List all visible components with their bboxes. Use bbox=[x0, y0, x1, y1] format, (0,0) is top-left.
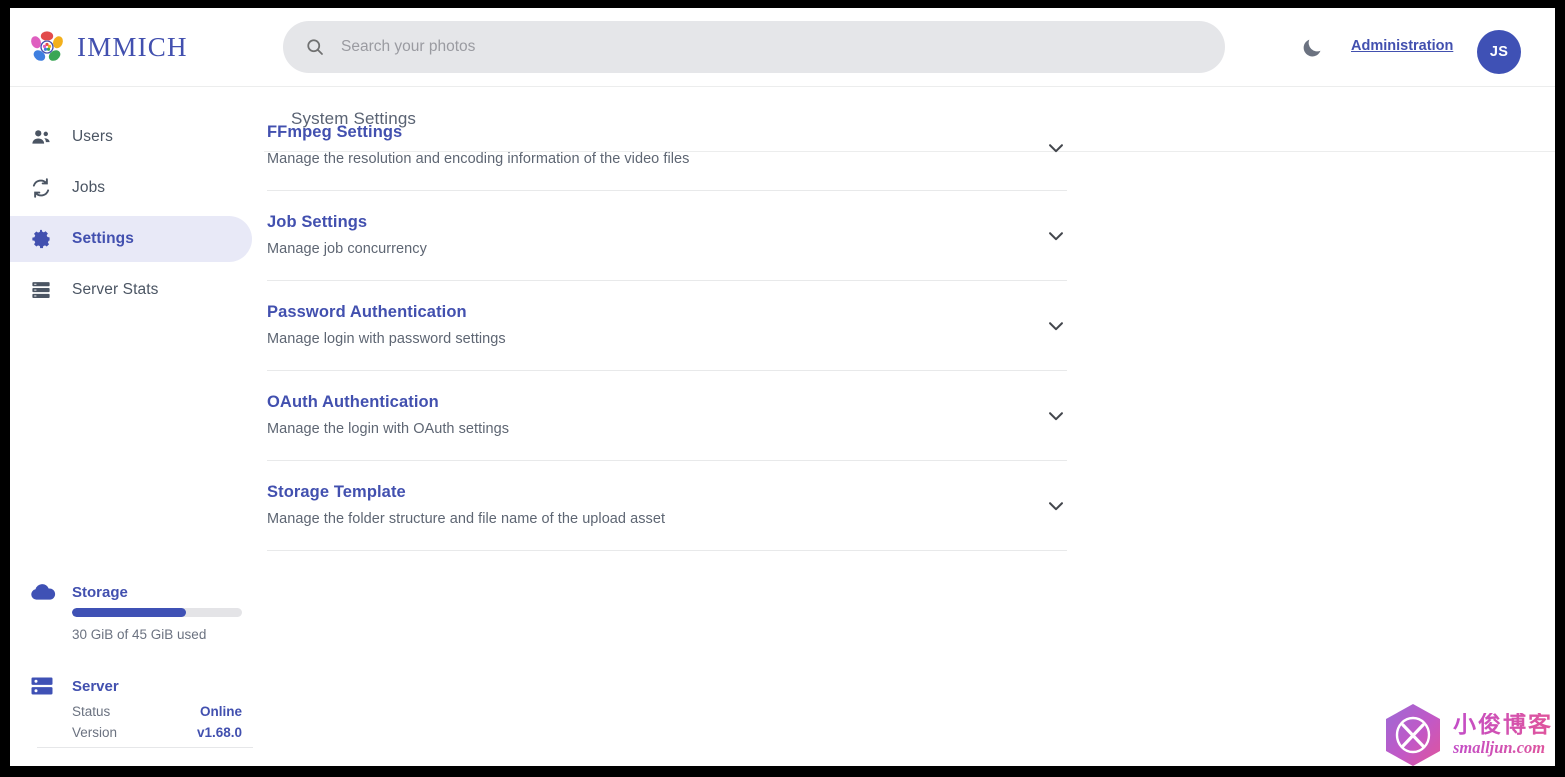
sidebar-item-label: Server Stats bbox=[72, 281, 159, 298]
chevron-down-icon[interactable] bbox=[1045, 225, 1067, 247]
settings-item-title: Storage Template bbox=[267, 483, 406, 501]
users-icon bbox=[30, 126, 52, 148]
sidebar-item-label: Settings bbox=[72, 230, 134, 247]
server-version-row: Version v1.68.0 bbox=[72, 725, 242, 740]
administration-link[interactable]: Administration bbox=[1351, 38, 1453, 54]
sidebar-item-server-stats[interactable]: Server Stats bbox=[10, 267, 252, 313]
sidebar-item-label: Jobs bbox=[72, 179, 106, 196]
chevron-down-icon[interactable] bbox=[1045, 315, 1067, 337]
chevron-down-icon[interactable] bbox=[1045, 405, 1067, 427]
server-version-label: Version bbox=[72, 725, 118, 740]
brand-home-link[interactable]: IMMICH bbox=[28, 28, 188, 66]
storage-title: Storage bbox=[72, 583, 128, 601]
server-widget: Server Status Online Version v1.68.0 bbox=[10, 675, 264, 746]
storage-usage-caption: 30 GiB of 45 GiB used bbox=[72, 627, 207, 642]
settings-item-password-auth[interactable]: Password Authentication Manage login wit… bbox=[267, 281, 1067, 371]
sidebar-item-label: Users bbox=[72, 128, 113, 145]
server-version-value: v1.68.0 bbox=[196, 725, 242, 740]
settings-item-title: Job Settings bbox=[267, 213, 368, 231]
storage-progress-fill bbox=[72, 608, 186, 617]
sidebar-footer-divider bbox=[37, 747, 253, 748]
server-header: Server bbox=[30, 675, 250, 697]
sidebar-item-users[interactable]: Users bbox=[10, 114, 252, 160]
settings-item-description: Manage the login with OAuth settings bbox=[267, 421, 509, 437]
settings-item-description: Manage login with password settings bbox=[267, 331, 506, 347]
settings-item-job[interactable]: Job Settings Manage job concurrency bbox=[267, 191, 1067, 281]
server-title: Server bbox=[72, 677, 119, 695]
moon-icon[interactable] bbox=[1300, 36, 1324, 60]
search-bar[interactable] bbox=[283, 21, 1225, 73]
storage-header: Storage bbox=[30, 582, 250, 602]
settings-item-description: Manage job concurrency bbox=[267, 241, 427, 257]
browser-window: IMMICH Administration JS bbox=[10, 8, 1555, 766]
settings-accordion-list: FFmpeg Settings Manage the resolution an… bbox=[267, 113, 1067, 551]
server-status-label: Status bbox=[72, 704, 111, 719]
settings-item-title: OAuth Authentication bbox=[267, 393, 439, 411]
sync-refresh-icon bbox=[30, 177, 52, 199]
brand-name: IMMICH bbox=[77, 31, 188, 62]
top-navigation-bar: IMMICH Administration JS bbox=[10, 8, 1555, 87]
sidebar-item-settings[interactable]: Settings bbox=[10, 216, 252, 262]
settings-item-storage-template[interactable]: Storage Template Manage the folder struc… bbox=[267, 461, 1067, 551]
search-icon bbox=[305, 37, 325, 57]
gear-icon bbox=[30, 228, 52, 250]
chevron-down-icon[interactable] bbox=[1045, 137, 1067, 159]
avatar[interactable]: JS bbox=[1477, 30, 1521, 74]
chevron-down-icon[interactable] bbox=[1045, 495, 1067, 517]
settings-item-title: FFmpeg Settings bbox=[267, 123, 403, 141]
settings-item-description: Manage the folder structure and file nam… bbox=[267, 511, 666, 527]
sidebar-item-jobs[interactable]: Jobs bbox=[10, 165, 252, 211]
server-status-row: Status Online bbox=[72, 704, 242, 719]
search-input[interactable] bbox=[341, 21, 1225, 73]
cloud-icon bbox=[30, 582, 56, 602]
immich-flower-logo-icon bbox=[28, 28, 66, 66]
storage-progress-bar bbox=[72, 608, 242, 617]
server-rack-icon bbox=[30, 279, 52, 301]
settings-item-ffmpeg[interactable]: FFmpeg Settings Manage the resolution an… bbox=[267, 113, 1067, 191]
server-status-value: Online bbox=[199, 704, 242, 719]
storage-widget: Storage 30 GiB of 45 GiB used bbox=[10, 582, 264, 642]
server-icon bbox=[30, 675, 56, 697]
sidebar: Users Jobs Settings Server Stats Storage… bbox=[10, 87, 264, 766]
settings-item-title: Password Authentication bbox=[267, 303, 467, 321]
settings-item-description: Manage the resolution and encoding infor… bbox=[267, 151, 690, 167]
sidebar-nav-list: Users Jobs Settings Server Stats bbox=[10, 87, 264, 313]
settings-item-oauth[interactable]: OAuth Authentication Manage the login wi… bbox=[267, 371, 1067, 461]
